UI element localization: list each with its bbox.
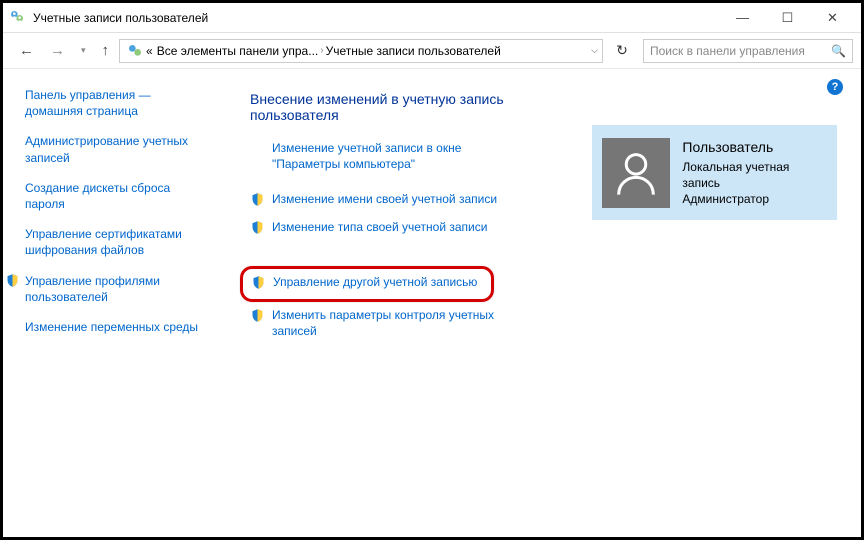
search-box[interactable]: Поиск в панели управления 🔍 <box>643 39 853 63</box>
sidebar-item-label: Управление профилями пользователей <box>25 273 208 305</box>
sidebar-encryption-certs[interactable]: Управление сертификатами шифрования файл… <box>25 226 208 258</box>
breadcrumb-prefix: « <box>146 44 153 58</box>
breadcrumb-part1[interactable]: Все элементы панели упра... <box>157 44 319 58</box>
breadcrumb-separator: › <box>320 45 323 56</box>
sidebar-user-profiles[interactable]: Управление профилями пользователей <box>25 273 208 305</box>
user-name: Пользователь <box>682 138 827 157</box>
user-account-type: Локальная учетная запись <box>682 159 827 191</box>
main-actions: Внесение изменений в учетную запись поль… <box>250 91 572 527</box>
app-icon <box>9 9 27 27</box>
address-dropdown[interactable]: ⌵ <box>591 45 598 56</box>
link-change-name[interactable]: Изменение имени своей учетной записи <box>250 192 572 210</box>
shield-icon <box>250 220 266 238</box>
history-dropdown[interactable]: ▾ <box>75 41 92 60</box>
breadcrumb-part2[interactable]: Учетные записи пользователей <box>326 44 501 58</box>
user-info: Пользователь Локальная учетная запись Ад… <box>682 138 827 207</box>
close-button[interactable]: ✕ <box>810 4 855 32</box>
search-placeholder: Поиск в панели управления <box>650 44 831 58</box>
up-button[interactable]: ↑ <box>96 38 116 63</box>
search-icon: 🔍 <box>831 44 846 58</box>
user-role: Администратор <box>682 191 827 207</box>
window-controls: — ☐ ✕ <box>720 4 855 32</box>
window-title: Учетные записи пользователей <box>33 11 208 25</box>
sidebar-password-reset-disk[interactable]: Создание дискеты сброса пароля <box>25 180 208 212</box>
link-label: Изменение типа своей учетной записи <box>272 220 487 236</box>
link-uac-settings[interactable]: Изменить параметры контроля учетных запи… <box>250 308 572 339</box>
maximize-button[interactable]: ☐ <box>765 4 810 32</box>
main-panel: Внесение изменений в учетную запись поль… <box>218 69 861 537</box>
shield-icon <box>251 275 267 293</box>
link-label: Изменить параметры контроля учетных запи… <box>272 308 502 339</box>
link-manage-other-account[interactable]: Управление другой учетной записью <box>251 275 477 293</box>
sidebar-home[interactable]: Панель управления — домашняя страница <box>25 87 208 119</box>
refresh-button[interactable]: ↻ <box>611 40 633 62</box>
address-bar[interactable]: « Все элементы панели упра... › Учетные … <box>119 39 603 63</box>
avatar <box>602 138 670 208</box>
help-icon[interactable]: ? <box>827 79 843 95</box>
window-frame: Учетные записи пользователей — ☐ ✕ ← → ▾… <box>0 0 864 540</box>
sidebar: Панель управления — домашняя страница Ад… <box>3 69 218 537</box>
sidebar-env-vars[interactable]: Изменение переменных среды <box>25 319 208 335</box>
shield-icon <box>5 273 20 305</box>
address-icon <box>127 43 143 59</box>
highlighted-action: Управление другой учетной записью <box>240 266 494 302</box>
back-button[interactable]: ← <box>13 38 40 63</box>
link-label: Управление другой учетной записью <box>273 275 477 291</box>
link-label: Изменение имени своей учетной записи <box>272 192 497 208</box>
shield-icon <box>250 308 266 326</box>
navigation-bar: ← → ▾ ↑ « Все элементы панели упра... › … <box>3 33 861 69</box>
minimize-button[interactable]: — <box>720 4 765 32</box>
sidebar-admin-accounts[interactable]: Администрирование учетных записей <box>25 133 208 165</box>
page-heading: Внесение изменений в учетную запись поль… <box>250 91 572 123</box>
forward-button[interactable]: → <box>44 38 71 63</box>
link-label: Изменение учетной записи в окне "Парамет… <box>272 141 502 172</box>
link-change-account-settings[interactable]: Изменение учетной записи в окне "Парамет… <box>250 141 572 172</box>
link-change-type[interactable]: Изменение типа своей учетной записи <box>250 220 572 238</box>
current-user-card[interactable]: Пользователь Локальная учетная запись Ад… <box>592 125 837 220</box>
shield-icon <box>250 192 266 210</box>
content-area: ? Панель управления — домашняя страница … <box>3 69 861 537</box>
titlebar: Учетные записи пользователей — ☐ ✕ <box>3 3 861 33</box>
